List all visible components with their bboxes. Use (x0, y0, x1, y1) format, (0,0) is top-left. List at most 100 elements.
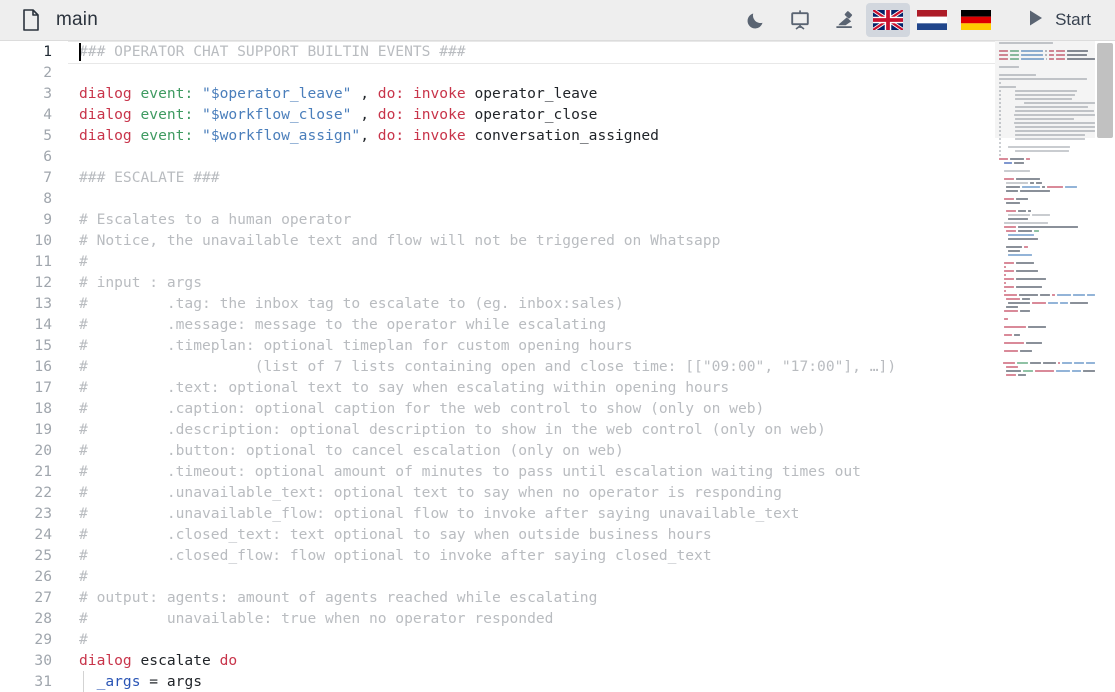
presentation-icon[interactable] (778, 3, 822, 37)
minimap-indent (1003, 126, 1013, 129)
code-line[interactable]: 8 (0, 188, 995, 209)
minimap-segment (999, 65, 1019, 69)
code-line[interactable]: 4 dialog event: "$workflow_close" , do: i… (0, 104, 995, 125)
code-line[interactable]: 14 # .message: message to the operator wh… (0, 314, 995, 335)
code-line[interactable]: 9 # Escalates to a human operator (0, 209, 995, 230)
minimap-segment (1020, 57, 1044, 61)
code-line[interactable]: 16 # (list of 7 lists containing open and… (0, 356, 995, 377)
minimap-segment (1016, 277, 1046, 281)
code-line[interactable]: 6 (0, 146, 995, 167)
minimap-segment (999, 137, 1001, 141)
minimap-segment (1008, 301, 1030, 305)
minimap-segment (1071, 369, 1082, 373)
token-str: "$workflow_assign" (202, 127, 361, 144)
code-line[interactable]: 29 # (0, 629, 995, 650)
code-line[interactable]: 13 # .tag: the inbox tag to escalate to (… (0, 293, 995, 314)
minimap-indent (1003, 134, 1013, 137)
scrollbar-thumb[interactable] (1097, 43, 1113, 138)
token-prop: event: (140, 106, 194, 123)
minimap-segment (1030, 361, 1041, 365)
code-text: # (68, 629, 88, 650)
code-line[interactable]: 31 _args = args (0, 671, 995, 692)
minimap-segment (1008, 249, 1020, 253)
minimap-indent (999, 282, 1002, 285)
token-str: "$workflow_close" (202, 106, 352, 123)
line-number: 11 (34, 253, 52, 270)
minimap-segment (1026, 157, 1030, 161)
indent-guide (83, 671, 84, 692)
minimap-indent (1003, 146, 1006, 149)
flag-netherlands[interactable] (910, 3, 954, 37)
token-com: # (79, 631, 88, 648)
minimap-segment (1022, 297, 1030, 301)
flag-uk[interactable] (866, 3, 911, 37)
stamp-icon[interactable] (822, 3, 866, 37)
text-cursor (79, 43, 81, 61)
flag-germany[interactable] (954, 3, 998, 37)
code-text: # Notice, the unavailable text and flow … (68, 230, 720, 251)
code-line[interactable]: 2 (0, 62, 995, 83)
minimap-segment (1072, 293, 1085, 297)
code-line[interactable]: 11 # (0, 251, 995, 272)
code-line[interactable]: 3 dialog event: "$operator_leave" , do: i… (0, 83, 995, 104)
code-text: # .unavailable_flow: optional flow to in… (68, 503, 799, 524)
minimap-segment (1006, 305, 1018, 309)
code-line[interactable]: 30 dialog escalate do (0, 650, 995, 671)
code-line[interactable]: 23 # .unavailable_flow: optional flow to … (0, 503, 995, 524)
start-button[interactable]: Start (1016, 5, 1099, 36)
token-com: ### ESCALATE ### (79, 169, 220, 186)
token-com: # .unavailable_text: optional text to sa… (79, 484, 782, 501)
token-kw: dialog (79, 106, 132, 123)
minimap-segment (1026, 341, 1042, 345)
minimap-indent (999, 266, 1002, 269)
minimap[interactable] (995, 41, 1095, 692)
minimap-segment (1049, 57, 1055, 61)
minimap-segment (999, 49, 1008, 53)
code-lines-container[interactable]: 1 ### OPERATOR CHAT SUPPORT BUILTIN EVENT… (0, 41, 995, 692)
minimap-indent (999, 274, 1002, 277)
code-line[interactable]: 1 ### OPERATOR CHAT SUPPORT BUILTIN EVENT… (0, 41, 995, 64)
code-line[interactable]: 27 # output: agents: amount of agents rea… (0, 587, 995, 608)
code-line[interactable]: 5 dialog event: "$workflow_assign", do: i… (0, 125, 995, 146)
minimap-segment (1014, 113, 1095, 117)
minimap-segment (1004, 325, 1026, 329)
code-line[interactable]: 28 # unavailable: true when no operator r… (0, 608, 995, 629)
minimap-segment (1006, 189, 1018, 193)
dark-mode-icon[interactable] (734, 3, 778, 37)
token-prop: event: (140, 127, 194, 144)
code-line[interactable]: 10 # Notice, the unavailable text and flo… (0, 230, 995, 251)
token-id (132, 85, 141, 102)
code-line[interactable]: 19 # .description: optional description t… (0, 419, 995, 440)
code-line[interactable]: 18 # .caption: optional caption for the w… (0, 398, 995, 419)
minimap-segment (1019, 293, 1038, 297)
vertical-scrollbar[interactable] (1095, 41, 1115, 692)
code-line[interactable]: 20 # .button: optional to cancel escalati… (0, 440, 995, 461)
code-line[interactable]: 26 # (0, 566, 995, 587)
minimap-segment (1051, 293, 1056, 297)
token-com: # output: agents: amount of agents reach… (79, 589, 598, 606)
minimap-segment (999, 125, 1001, 129)
code-line[interactable]: 24 # .closed_text: text optional to say w… (0, 524, 995, 545)
minimap-segment (1008, 237, 1038, 241)
line-number: 5 (43, 127, 52, 144)
minimap-segment (1006, 209, 1016, 213)
code-line[interactable]: 7 ### ESCALATE ### (0, 167, 995, 188)
minimap-indent (1003, 94, 1013, 97)
minimap-indent (999, 366, 1004, 369)
code-line[interactable]: 17 # .text: optional text to say when esc… (0, 377, 995, 398)
minimap-segment (1022, 185, 1040, 189)
minimap-indent (999, 162, 1002, 165)
code-line[interactable]: 25 # .closed_flow: flow optional to invok… (0, 545, 995, 566)
code-line[interactable]: 15 # .timeplan: optional timeplan for cus… (0, 335, 995, 356)
minimap-segment (1015, 149, 1069, 153)
minimap-segment (1056, 49, 1065, 53)
line-number: 9 (43, 211, 52, 228)
token-id: escalate (131, 652, 220, 669)
token-str: "$operator_leave" (202, 85, 352, 102)
minimap-segment (999, 149, 1001, 153)
minimap-segment (999, 57, 1008, 61)
code-line[interactable]: 12 # input : args (0, 272, 995, 293)
token-id (369, 127, 378, 144)
code-line[interactable]: 21 # .timeout: optional amount of minutes… (0, 461, 995, 482)
code-line[interactable]: 22 # .unavailable_text: optional text to … (0, 482, 995, 503)
